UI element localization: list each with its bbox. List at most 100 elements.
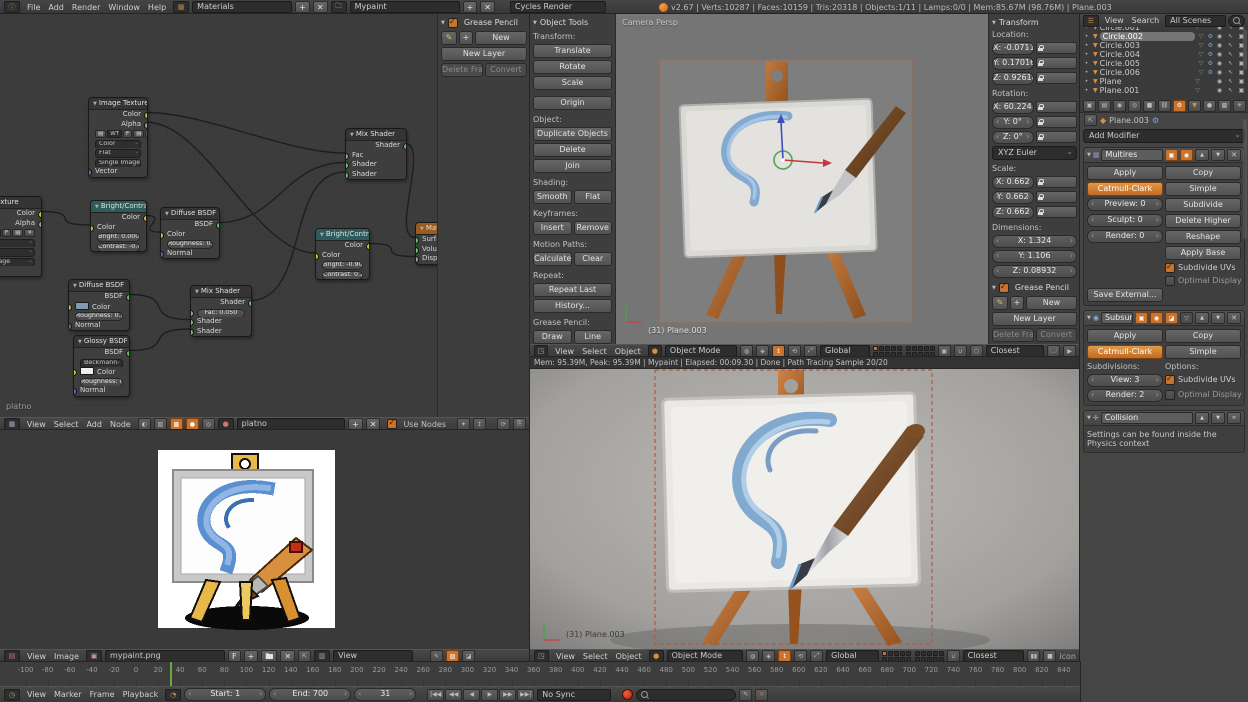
location-z-field[interactable]: Z: 0.92618	[992, 72, 1034, 85]
layer-toggle[interactable]	[930, 352, 935, 357]
menu-select[interactable]: Select	[579, 652, 612, 661]
outliner-row-circle.004[interactable]: •▼Circle.004▽⚙◉↖▣	[1080, 50, 1248, 59]
node-dropdown[interactable]: Single Image	[95, 159, 141, 168]
render-anim-icon[interactable]: ▶	[1063, 345, 1076, 357]
mode-select[interactable]: Object Mode	[667, 650, 744, 662]
screen-layout-icon[interactable]: ▦	[173, 1, 189, 13]
view-mode-icon[interactable]: ▥	[314, 650, 330, 662]
image-unpack-button[interactable]: 🖿	[261, 650, 277, 662]
rotate-button[interactable]: Rotate	[533, 60, 612, 74]
output-socket[interactable]	[144, 122, 147, 129]
open-image-button[interactable]: ▤	[12, 229, 23, 237]
jump-start-button[interactable]: |◀◀	[427, 689, 444, 701]
node-dropdown[interactable]: Beckmann	[80, 359, 123, 368]
image-name-field[interactable]: WT	[107, 130, 122, 138]
output-socket[interactable]	[248, 300, 251, 307]
node-value-field[interactable]: Fac: 0.050	[197, 309, 245, 318]
menu-playback[interactable]: Playback	[119, 690, 163, 699]
output-socket[interactable]	[216, 222, 219, 229]
catmull-clark-button[interactable]: Catmull-Clark	[1087, 345, 1163, 359]
gp-add-button[interactable]: +	[459, 31, 473, 45]
input-socket[interactable]	[69, 323, 72, 330]
snap-target-icon[interactable]: ↥	[473, 418, 486, 430]
lock-icon[interactable]	[1036, 191, 1078, 203]
output-socket[interactable]	[38, 221, 41, 228]
node-dropdown[interactable]: Single Image	[0, 258, 35, 267]
record-button[interactable]	[622, 689, 633, 700]
gp-new-layer-button[interactable]: New Layer	[441, 47, 527, 61]
menu-view[interactable]: View	[1101, 16, 1128, 25]
render-restrict-icon[interactable]: ▣	[1237, 69, 1246, 76]
gp-delete-frame-button[interactable]: Delete Frame	[992, 328, 1034, 342]
menu-select[interactable]: Select	[578, 347, 611, 356]
node-glossy-bsdf[interactable]: ▼Glossy BSDFBSDFBeckmannColorRoughness: …	[73, 335, 130, 397]
add-modifier-select[interactable]: Add Modifier	[1083, 129, 1245, 143]
layer-toggle[interactable]	[894, 657, 899, 662]
menu-file[interactable]: File	[23, 3, 44, 12]
insert-keyframe-icon[interactable]: ✎	[739, 689, 752, 701]
location-y-field[interactable]: Y: 0.17016	[992, 57, 1034, 70]
outliner-search-input[interactable]	[1228, 15, 1245, 27]
viewport-visibility-toggle[interactable]: ◉	[1150, 312, 1163, 324]
manipulator-translate-icon[interactable]: ↕	[778, 650, 791, 662]
lock-icon[interactable]	[1036, 131, 1078, 143]
selectability-icon[interactable]: ↖	[1226, 33, 1235, 40]
next-keyframe-button[interactable]: ▶▶	[499, 689, 516, 701]
modifier-name-field[interactable]: Subsurf	[1101, 312, 1133, 324]
menu-window[interactable]: Window	[104, 3, 144, 12]
expand-icon[interactable]: •	[1082, 27, 1091, 31]
menu-view[interactable]: View	[552, 652, 579, 661]
pin-icon[interactable]: ⇱	[298, 650, 311, 662]
mask-mode-icon[interactable]: ◪	[462, 650, 475, 662]
rotation-z-field[interactable]: Z: 0°	[992, 131, 1034, 144]
viewport-shading-icon[interactable]: ◍	[740, 345, 753, 357]
node-canvas[interactable]: ▼Image TextureColorAlpha▤F▤✕ColorFlatSin…	[0, 14, 437, 417]
scene-icon[interactable]: 🗀	[331, 1, 347, 13]
move-up-button[interactable]: ▲	[1195, 149, 1209, 161]
use-preview-range-icon[interactable]: ◔	[165, 689, 181, 701]
menu-frame[interactable]: Frame	[86, 690, 119, 699]
node-value-field[interactable]: Bright: 0.000	[97, 233, 140, 242]
properties-scrollbar[interactable]	[1243, 119, 1247, 239]
expand-icon[interactable]: •	[1082, 42, 1091, 49]
object-name[interactable]: Circle.004	[1100, 50, 1195, 59]
object-name[interactable]: Circle.002	[1100, 32, 1195, 41]
expand-icon[interactable]: •	[1082, 33, 1091, 40]
move-down-button[interactable]: ▼	[1211, 149, 1225, 161]
sculpt-field[interactable]: Sculpt: 0	[1087, 214, 1163, 227]
output-socket[interactable]	[366, 243, 369, 250]
menu-view[interactable]: View	[23, 420, 50, 429]
pencil-icon-button[interactable]: ✎	[992, 296, 1008, 310]
material-icon[interactable]: ●	[186, 418, 199, 430]
sync-mode-select[interactable]: No Sync	[537, 689, 611, 701]
scene-add-button[interactable]: +	[463, 1, 478, 13]
manipulator-translate-icon[interactable]: ↕	[772, 345, 785, 357]
render-visibility-toggle[interactable]: ▣	[1165, 149, 1178, 161]
play-button[interactable]: ▶	[481, 689, 498, 701]
modifier-name-field[interactable]: Collision	[1101, 412, 1193, 424]
image-browse-icon[interactable]: ▣	[86, 650, 102, 662]
simple-button[interactable]: Simple	[1165, 182, 1241, 196]
image-editor-type-icon[interactable]: ▤	[4, 650, 20, 662]
pivot-icon[interactable]: ◈	[762, 650, 775, 662]
node-editor-type-icon[interactable]: ▦	[4, 418, 20, 430]
color-swatch[interactable]	[80, 367, 94, 375]
current-frame-marker[interactable]	[170, 662, 172, 686]
outliner-row-circle.002[interactable]: •▼Circle.002▽⚙◉↖▣	[1080, 32, 1248, 41]
scale-y-field[interactable]: Y: 0.662	[992, 191, 1034, 204]
start-frame-field[interactable]: Start: 1	[184, 688, 266, 701]
rotation-mode-select[interactable]: XYZ Euler	[992, 146, 1077, 160]
layer-toggle[interactable]	[939, 651, 944, 656]
reshape-button[interactable]: Reshape	[1165, 230, 1241, 244]
smooth-button[interactable]: Smooth	[533, 190, 572, 204]
move-up-button[interactable]: ▲	[1195, 312, 1209, 324]
layer-toggle[interactable]	[888, 657, 893, 662]
outliner-row-plane.001[interactable]: •▼Plane.001▽◉↖▣	[1080, 86, 1248, 95]
tab-modifiers[interactable]: ⚙	[1173, 100, 1186, 112]
layer-toggle[interactable]	[921, 651, 926, 656]
layer-toggle[interactable]	[915, 651, 920, 656]
scale-z-field[interactable]: Z: 0.662	[992, 206, 1034, 219]
modifier-name-field[interactable]: Multires	[1101, 149, 1163, 161]
tab-material[interactable]: ●	[1203, 100, 1216, 112]
object-name[interactable]: Plane.001	[1100, 86, 1191, 95]
